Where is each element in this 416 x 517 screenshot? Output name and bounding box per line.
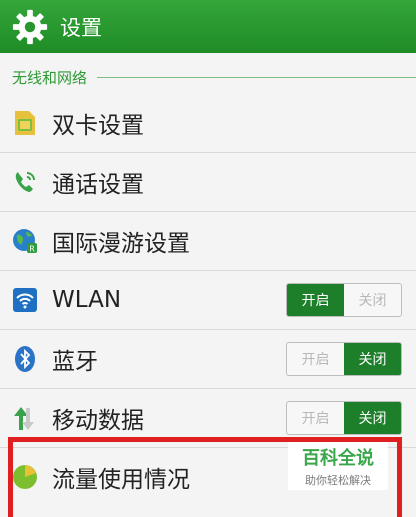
settings-item-label: 移动数据 (52, 408, 144, 434)
toggle-off-option[interactable]: 关闭 (344, 402, 401, 434)
gear-icon (8, 5, 52, 49)
settings-item-label: 双卡设置 (52, 113, 144, 139)
settings-item-call[interactable]: 通话设置 (0, 153, 416, 212)
toggle-off-option[interactable]: 关闭 (344, 343, 401, 375)
bluetooth-toggle[interactable]: 开启 关闭 (286, 342, 402, 376)
toggle-on-option[interactable]: 开启 (287, 284, 344, 316)
phone-call-icon (10, 167, 40, 197)
toggle-off-option[interactable]: 关闭 (344, 284, 401, 316)
settings-item-label: 国际漫游设置 (52, 231, 190, 257)
mobile-data-toggle[interactable]: 开启 关闭 (286, 401, 402, 435)
wifi-icon (10, 285, 40, 315)
title-bar: 设置 (0, 0, 416, 53)
globe-roaming-icon: R (10, 226, 40, 256)
bluetooth-icon (10, 344, 40, 374)
watermark: 百科全说 助你轻松解决 (288, 442, 388, 490)
svg-text:R: R (29, 245, 35, 254)
page-title: 设置 (60, 15, 102, 40)
settings-item-wlan[interactable]: WLAN 开启 关闭 (0, 271, 416, 330)
settings-item-bluetooth[interactable]: 蓝牙 开启 关闭 (0, 330, 416, 389)
settings-item-label: WLAN (52, 287, 122, 313)
watermark-title: 百科全说 (302, 448, 374, 469)
wlan-toggle[interactable]: 开启 关闭 (286, 283, 402, 317)
section-header-wireless: 无线和网络 (0, 63, 416, 91)
section-divider (97, 76, 416, 78)
toggle-on-option[interactable]: 开启 (287, 343, 344, 375)
settings-item-roaming[interactable]: R 国际漫游设置 (0, 212, 416, 271)
toggle-on-option[interactable]: 开启 (287, 402, 344, 434)
settings-item-label: 通话设置 (52, 172, 144, 198)
data-arrows-icon (10, 403, 40, 433)
section-label: 无线和网络 (12, 68, 88, 87)
settings-item-label: 蓝牙 (52, 349, 98, 375)
settings-item-dual-sim[interactable]: 双卡设置 (0, 94, 416, 153)
sim-card-icon (10, 108, 40, 138)
watermark-subtitle: 助你轻松解决 (305, 474, 371, 487)
